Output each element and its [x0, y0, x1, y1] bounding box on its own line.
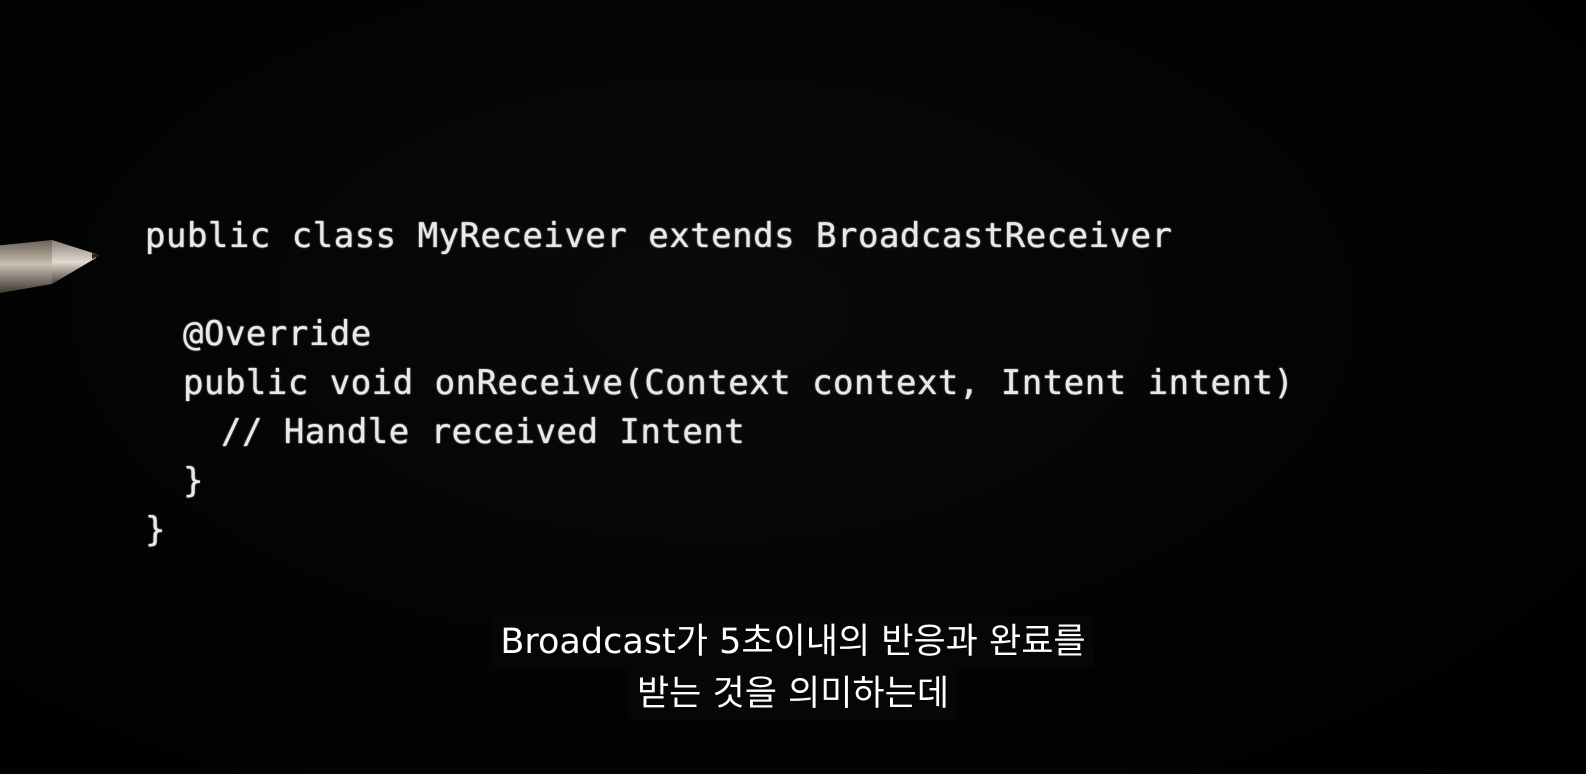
- pen-icon: [0, 240, 100, 293]
- subtitle-caption: Broadcast가 5초이내의 반응과 완료를 받는 것을 의미하는데: [0, 616, 1586, 720]
- code-listing: public class MyReceiver extends Broadcas…: [145, 212, 1445, 555]
- code-line-method-signature: public void onReceive(Context context, I…: [183, 363, 1295, 403]
- code-line-method-close-brace: }: [183, 461, 204, 501]
- code-line-override-annotation: @Override: [183, 314, 372, 354]
- code-line-class-declaration: public class MyReceiver extends Broadcas…: [145, 216, 1173, 256]
- subtitle-line-1: Broadcast가 5초이내의 반응과 완료를: [492, 616, 1094, 668]
- subtitle-line-2: 받는 것을 의미하는데: [628, 668, 958, 720]
- code-line-comment: // Handle received Intent: [221, 412, 746, 452]
- code-line-class-close-brace: }: [145, 510, 166, 550]
- video-frame[interactable]: public class MyReceiver extends Broadcas…: [0, 0, 1586, 774]
